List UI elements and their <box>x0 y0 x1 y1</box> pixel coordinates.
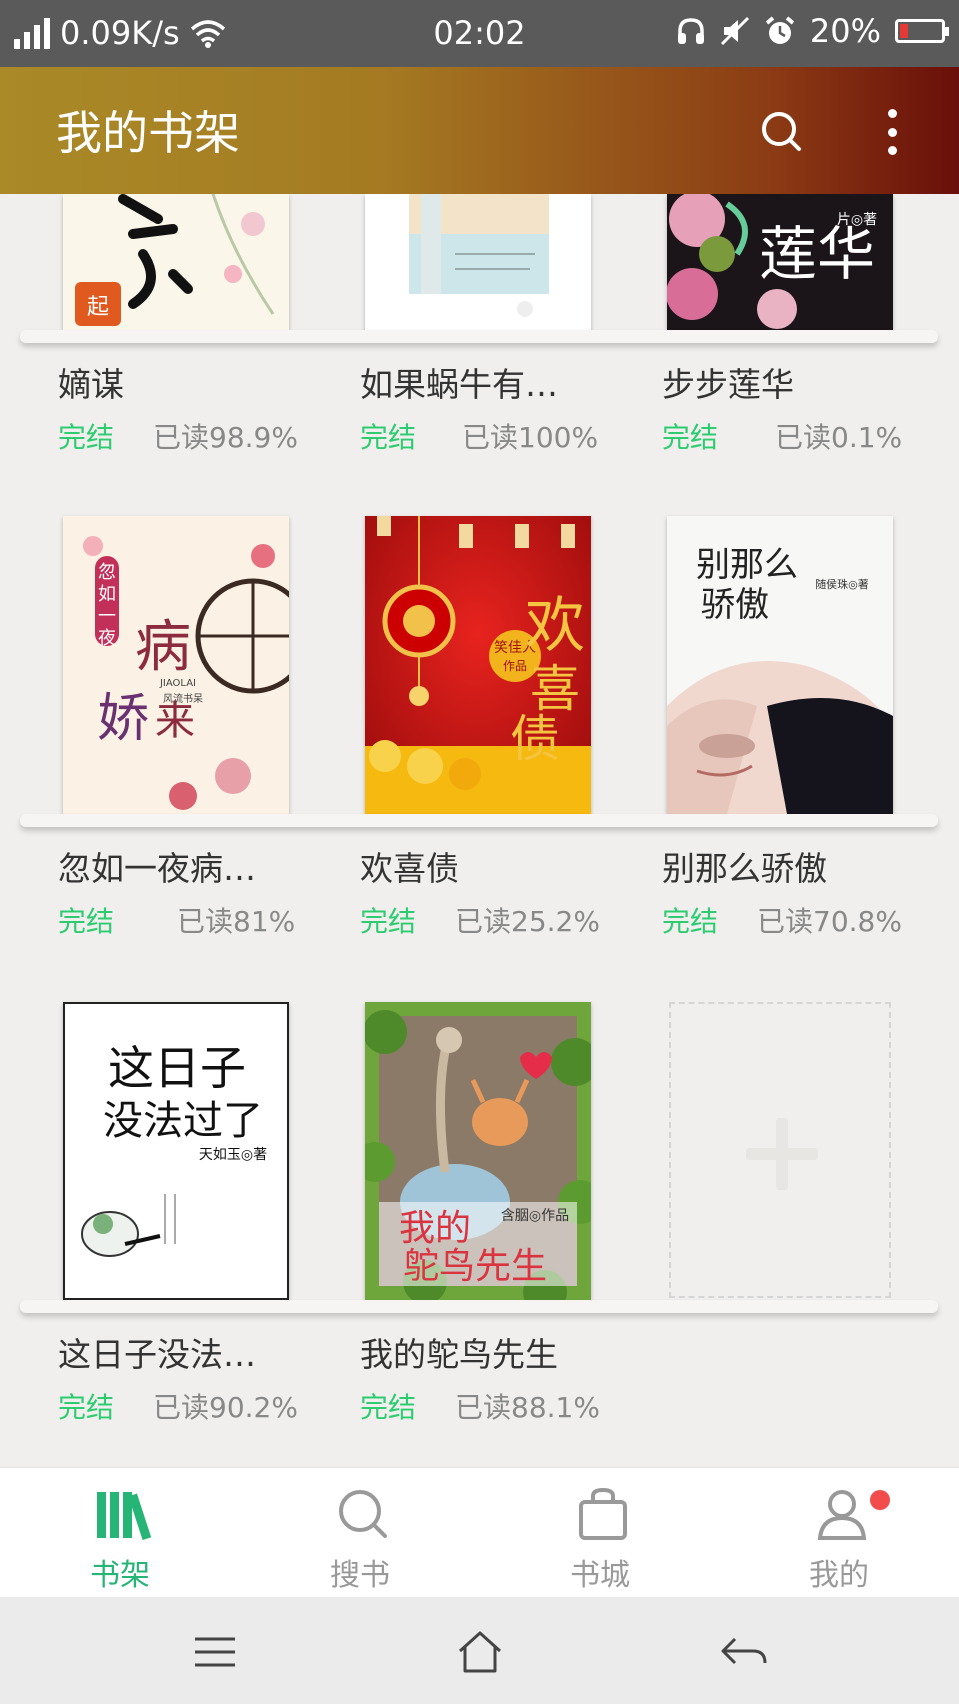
book-title: 欢喜债 <box>360 849 459 888</box>
book-status: 完结 <box>360 1391 417 1424</box>
tab-mine[interactable]: 我的 <box>719 1468 959 1598</box>
tab-label: 书架 <box>90 1558 150 1593</box>
cover-author: 天如玉◎著 <box>199 1147 267 1163</box>
book-progress: 已读70.8% <box>757 905 902 938</box>
shelf-plank <box>20 330 938 343</box>
bookshelf: 起 莲华 片◎著 嫡谋 完结 已读98.9% 如果蜗牛有… 完结 已读100% … <box>0 194 959 1467</box>
bag-icon <box>579 1487 627 1540</box>
home-icon[interactable] <box>450 1627 510 1677</box>
cover-title: 这日子 <box>108 1041 246 1095</box>
svg-text:一: 一 <box>98 606 116 627</box>
cover-subtitle: JIAOLAI <box>159 678 196 689</box>
svg-text:欢: 欢 <box>525 591 585 661</box>
svg-text:起: 起 <box>87 295 109 320</box>
book-progress: 已读81% <box>177 905 296 938</box>
book-progress: 已读100% <box>462 421 599 454</box>
alarm-icon <box>765 16 795 44</box>
search-icon <box>339 1490 387 1538</box>
bottom-nav: 书架 搜书 书城 我的 <box>0 1467 959 1598</box>
book-progress: 已读0.1% <box>775 421 903 454</box>
book-cover[interactable]: 我的 鸵鸟先生 含胭◎作品 <box>365 1002 591 1300</box>
mute-icon <box>720 16 749 46</box>
book-cover[interactable]: 起 <box>63 194 289 330</box>
more-icon[interactable] <box>884 109 900 155</box>
page-title: 我的书架 <box>56 106 240 160</box>
notification-badge <box>870 1490 890 1510</box>
book-status: 完结 <box>58 1391 115 1424</box>
book-title: 别那么骄傲 <box>662 849 827 888</box>
battery-icon <box>895 19 949 43</box>
search-icon[interactable] <box>757 107 805 155</box>
battery-percent: 20% <box>809 12 881 50</box>
book-cover[interactable] <box>365 194 591 330</box>
svg-text:如: 如 <box>98 584 116 605</box>
book-status: 完结 <box>58 905 115 938</box>
book-title: 我的鸵鸟先生 <box>360 1335 558 1374</box>
book-title: 步步莲华 <box>662 365 794 404</box>
book-cover[interactable]: 这日子 没法过了 天如玉◎著 <box>63 1002 289 1300</box>
tab-label: 书城 <box>570 1558 630 1593</box>
app-bar: 我的书架 <box>0 67 959 194</box>
tab-label: 我的 <box>809 1558 869 1593</box>
book-status: 完结 <box>360 421 417 454</box>
system-nav-bar <box>0 1597 959 1704</box>
bookshelf-icon <box>97 1492 151 1541</box>
shelf-plank <box>20 814 938 827</box>
book-progress: 已读90.2% <box>153 1391 298 1424</box>
cover-title: 鸵鸟先生 <box>403 1246 547 1287</box>
book-status: 完结 <box>662 421 719 454</box>
book-title: 如果蜗牛有… <box>360 365 558 404</box>
book-title: 忽如一夜病… <box>58 849 256 888</box>
book-cover[interactable]: 笑佳人 作品 欢 喜 债 <box>365 516 591 814</box>
cover-author: 片◎著 <box>837 212 877 228</box>
menu-icon[interactable] <box>185 1627 245 1677</box>
back-icon[interactable] <box>715 1627 775 1677</box>
book-cover[interactable]: 莲华 片◎著 <box>667 194 893 330</box>
tab-search[interactable]: 搜书 <box>240 1468 480 1598</box>
svg-text:娇: 娇 <box>97 689 149 749</box>
tab-label: 搜书 <box>330 1558 390 1593</box>
book-progress: 已读98.9% <box>153 421 298 454</box>
cover-title: 骄傲 <box>701 585 769 625</box>
add-book-button[interactable] <box>669 1002 891 1298</box>
cover-title: 我的 <box>399 1208 471 1249</box>
book-status: 完结 <box>58 421 115 454</box>
book-title: 这日子没法… <box>58 1335 256 1374</box>
shelf-plank <box>20 1300 938 1313</box>
svg-text:债: 债 <box>510 710 560 768</box>
book-progress: 已读25.2% <box>455 905 600 938</box>
cover-author: 含胭◎作品 <box>501 1208 569 1224</box>
status-bar: 0.09K/s 02:02 20% <box>0 0 959 67</box>
svg-text:作品: 作品 <box>503 659 527 673</box>
headphones-icon <box>677 18 704 44</box>
cover-title: 没法过了 <box>103 1098 263 1144</box>
book-status: 完结 <box>360 905 417 938</box>
cover-author: 随侯珠◎著 <box>815 577 869 591</box>
svg-text:夜: 夜 <box>98 628 116 649</box>
book-cover[interactable]: 忽 如 一 夜 病 娇 来 JIAOLAI 风流书呆 <box>63 516 289 814</box>
svg-text:病: 病 <box>135 615 191 680</box>
book-cover[interactable]: 别那么 骄傲 随侯珠◎著 <box>667 516 893 814</box>
user-icon <box>817 1490 867 1540</box>
cover-title: 别那么 <box>696 545 798 585</box>
book-title: 嫡谋 <box>58 365 124 404</box>
tab-bookshelf[interactable]: 书架 <box>0 1468 240 1598</box>
book-status: 完结 <box>662 905 719 938</box>
tab-bookstore[interactable]: 书城 <box>480 1468 720 1598</box>
book-progress: 已读88.1% <box>455 1391 600 1424</box>
plus-icon <box>746 1118 818 1190</box>
svg-text:忽: 忽 <box>98 562 116 583</box>
cover-title: 莲华 <box>759 220 875 288</box>
cover-author: 风流书呆 <box>163 692 203 705</box>
